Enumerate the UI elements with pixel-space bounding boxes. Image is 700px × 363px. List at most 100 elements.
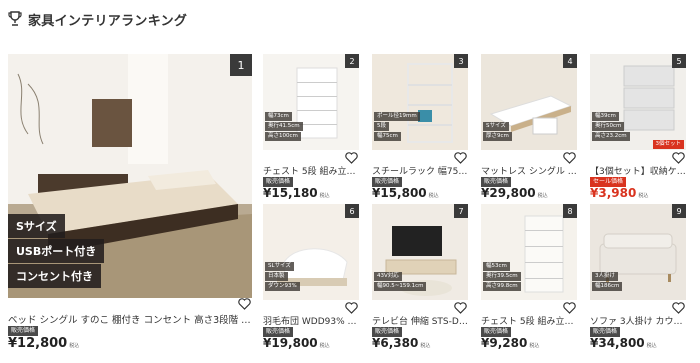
spec-tag: ダウン93% (265, 282, 300, 291)
product-image[interactable]: 8 幅53cm 奥行39.5cm 高さ99.8cm (481, 204, 577, 300)
favorite-heart-icon[interactable] (672, 302, 685, 314)
price-label-badge: 販売価格 (8, 326, 39, 336)
spec-tag: 厚さ9cm (483, 132, 512, 141)
price-value: ¥9,280 (481, 336, 528, 350)
product-card[interactable]: 8幅53cm奥行39.5cm高さ99.8cmチェスト 5段 組み立て簡…販売価格… (481, 204, 577, 350)
spec-tag: 幅75cm (374, 132, 401, 141)
product-price: ¥9,280 税込 (481, 336, 539, 350)
product-card[interactable]: 2幅73cm奥行41.5cm高さ100cmチェスト 5段 組み立て簡…販売価格¥… (263, 54, 359, 200)
product-price: ¥3,980 税込 (590, 186, 648, 200)
product-price: ¥15,800 税込 (372, 186, 439, 200)
spec-tag: Sサイズ (483, 122, 509, 131)
price-value: ¥29,800 (481, 186, 536, 200)
feature-tag-usb: USBポート付き (8, 239, 105, 263)
spec-tag: 幅73cm (265, 112, 292, 121)
price-value: ¥34,800 (590, 336, 645, 350)
product-image[interactable]: 5 幅39cm 奥行50cm 高さ23.2cm 3個セット (590, 54, 686, 150)
spec-tag: 43V対応 (374, 272, 402, 281)
page-title: 家具インテリアランキング (28, 13, 188, 29)
product-price: ¥34,800 税込 (590, 336, 657, 350)
tax-label: 税込 (428, 193, 439, 199)
featured-product-card[interactable]: 1 Sサイズ USBポート付き コンセント付き ベッド シングル すのこ 棚付き… (8, 54, 252, 354)
tax-label: 税込 (69, 343, 80, 349)
tax-label: 税込 (529, 343, 540, 349)
spec-tag: 高さ100cm (265, 132, 301, 141)
trophy-icon (8, 11, 22, 26)
product-title[interactable]: スチールラック 幅75cm S… (372, 164, 468, 177)
product-image[interactable]: 7 43V対応 幅90.5~159.1cm (372, 204, 468, 300)
price-value: ¥15,800 (372, 186, 427, 200)
feature-tag-size: Sサイズ (8, 214, 65, 238)
product-price: ¥19,800 税込 (263, 336, 330, 350)
price-value: ¥19,800 (263, 336, 318, 350)
spec-tag: 幅90.5~159.1cm (374, 282, 427, 291)
product-title[interactable]: テレビ台 伸縮 STS-D90-… (372, 314, 468, 327)
favorite-heart-icon[interactable] (563, 152, 576, 164)
product-title[interactable]: マットレス シングル エア… (481, 164, 577, 177)
tax-label: 税込 (638, 193, 649, 199)
product-title[interactable]: ベッド シングル すのこ 棚付き コンセント 高さ3段階 ウォル… (8, 312, 252, 326)
favorite-heart-icon[interactable] (238, 298, 251, 310)
price-value: ¥3,980 (590, 186, 637, 200)
favorite-heart-icon[interactable] (454, 152, 467, 164)
rank-badge: 3 (454, 54, 468, 68)
product-image[interactable]: 3 ポール径19mm 5段 幅75cm (372, 54, 468, 150)
product-card[interactable]: 743V対応幅90.5~159.1cmテレビ台 伸縮 STS-D90-…販売価格… (372, 204, 468, 350)
favorite-heart-icon[interactable] (345, 302, 358, 314)
ranking-header: 家具インテリアランキング (8, 8, 187, 30)
price-value: ¥6,380 (372, 336, 419, 350)
product-card[interactable]: 6SLサイズ日本製ダウン93%羽毛布団 WDD93% 1.0kg…販売価格¥19… (263, 204, 359, 350)
spec-tag: 幅53cm (483, 262, 510, 271)
product-price: ¥12,800 税込 (8, 336, 79, 351)
product-title[interactable]: チェスト 5段 組み立て簡… (481, 314, 577, 327)
product-image[interactable]: 2 幅73cm 奥行41.5cm 高さ100cm (263, 54, 359, 150)
rank-badge: 1 (230, 54, 252, 76)
rank-badge: 4 (563, 54, 577, 68)
spec-tag: ポール径19mm (374, 112, 420, 121)
spec-tag: 高さ99.8cm (483, 282, 521, 291)
rank-badge: 7 (454, 204, 468, 218)
rank-badge: 9 (672, 204, 686, 218)
spec-tag: 幅39cm (592, 112, 619, 121)
spec-tag: SLサイズ (265, 262, 294, 271)
set-count-tag: 3個セット (652, 140, 684, 149)
rank-badge: 2 (345, 54, 359, 68)
product-image[interactable]: 1 Sサイズ USBポート付き コンセント付き (8, 54, 252, 298)
product-card[interactable]: 4Sサイズ厚さ9cmマットレス シングル エア…販売価格¥29,800税込 (481, 54, 577, 200)
price-value: ¥12,800 (8, 336, 68, 351)
favorite-heart-icon[interactable] (454, 302, 467, 314)
tax-label: 税込 (319, 193, 330, 199)
product-title[interactable]: チェスト 5段 組み立て簡… (263, 164, 359, 177)
product-price: ¥15,180 税込 (263, 186, 330, 200)
product-image[interactable]: 6 SLサイズ 日本製 ダウン93% (263, 204, 359, 300)
spec-tag: 日本製 (265, 272, 288, 281)
price-value: ¥15,180 (263, 186, 318, 200)
spec-tag: 奥行50cm (592, 122, 625, 131)
spec-tag: 高さ23.2cm (592, 132, 630, 141)
product-image[interactable]: 4 Sサイズ 厚さ9cm (481, 54, 577, 150)
rank-badge: 8 (563, 204, 577, 218)
tax-label: 税込 (319, 343, 330, 349)
feature-tag-outlet: コンセント付き (8, 264, 101, 288)
tax-label: 税込 (646, 343, 657, 349)
product-card[interactable]: 5幅39cm奥行50cm高さ23.2cm3個セット【3個セット】収納ケース …セ… (590, 54, 686, 200)
favorite-heart-icon[interactable] (345, 152, 358, 164)
product-title[interactable]: ソファ 3人掛け カウチソ… (590, 314, 686, 327)
spec-tag: 奥行41.5cm (265, 122, 303, 131)
rank-badge: 6 (345, 204, 359, 218)
spec-tag: 奥行39.5cm (483, 272, 521, 281)
tax-label: 税込 (420, 343, 431, 349)
tax-label: 税込 (537, 193, 548, 199)
rank-badge: 5 (672, 54, 686, 68)
spec-tag: 5段 (374, 122, 389, 131)
product-price: ¥29,800 税込 (481, 186, 548, 200)
product-card[interactable]: 93人掛け幅186cmソファ 3人掛け カウチソ…販売価格¥34,800税込 (590, 204, 686, 350)
product-title[interactable]: 【3個セット】収納ケース … (590, 164, 686, 177)
favorite-heart-icon[interactable] (672, 152, 685, 164)
product-title[interactable]: 羽毛布団 WDD93% 1.0kg… (263, 314, 359, 327)
product-price: ¥6,380 税込 (372, 336, 430, 350)
spec-tag: 3人掛け (592, 272, 618, 281)
product-card[interactable]: 3ポール径19mm5段幅75cmスチールラック 幅75cm S…販売価格¥15,… (372, 54, 468, 200)
product-image[interactable]: 9 3人掛け 幅186cm (590, 204, 686, 300)
favorite-heart-icon[interactable] (563, 302, 576, 314)
